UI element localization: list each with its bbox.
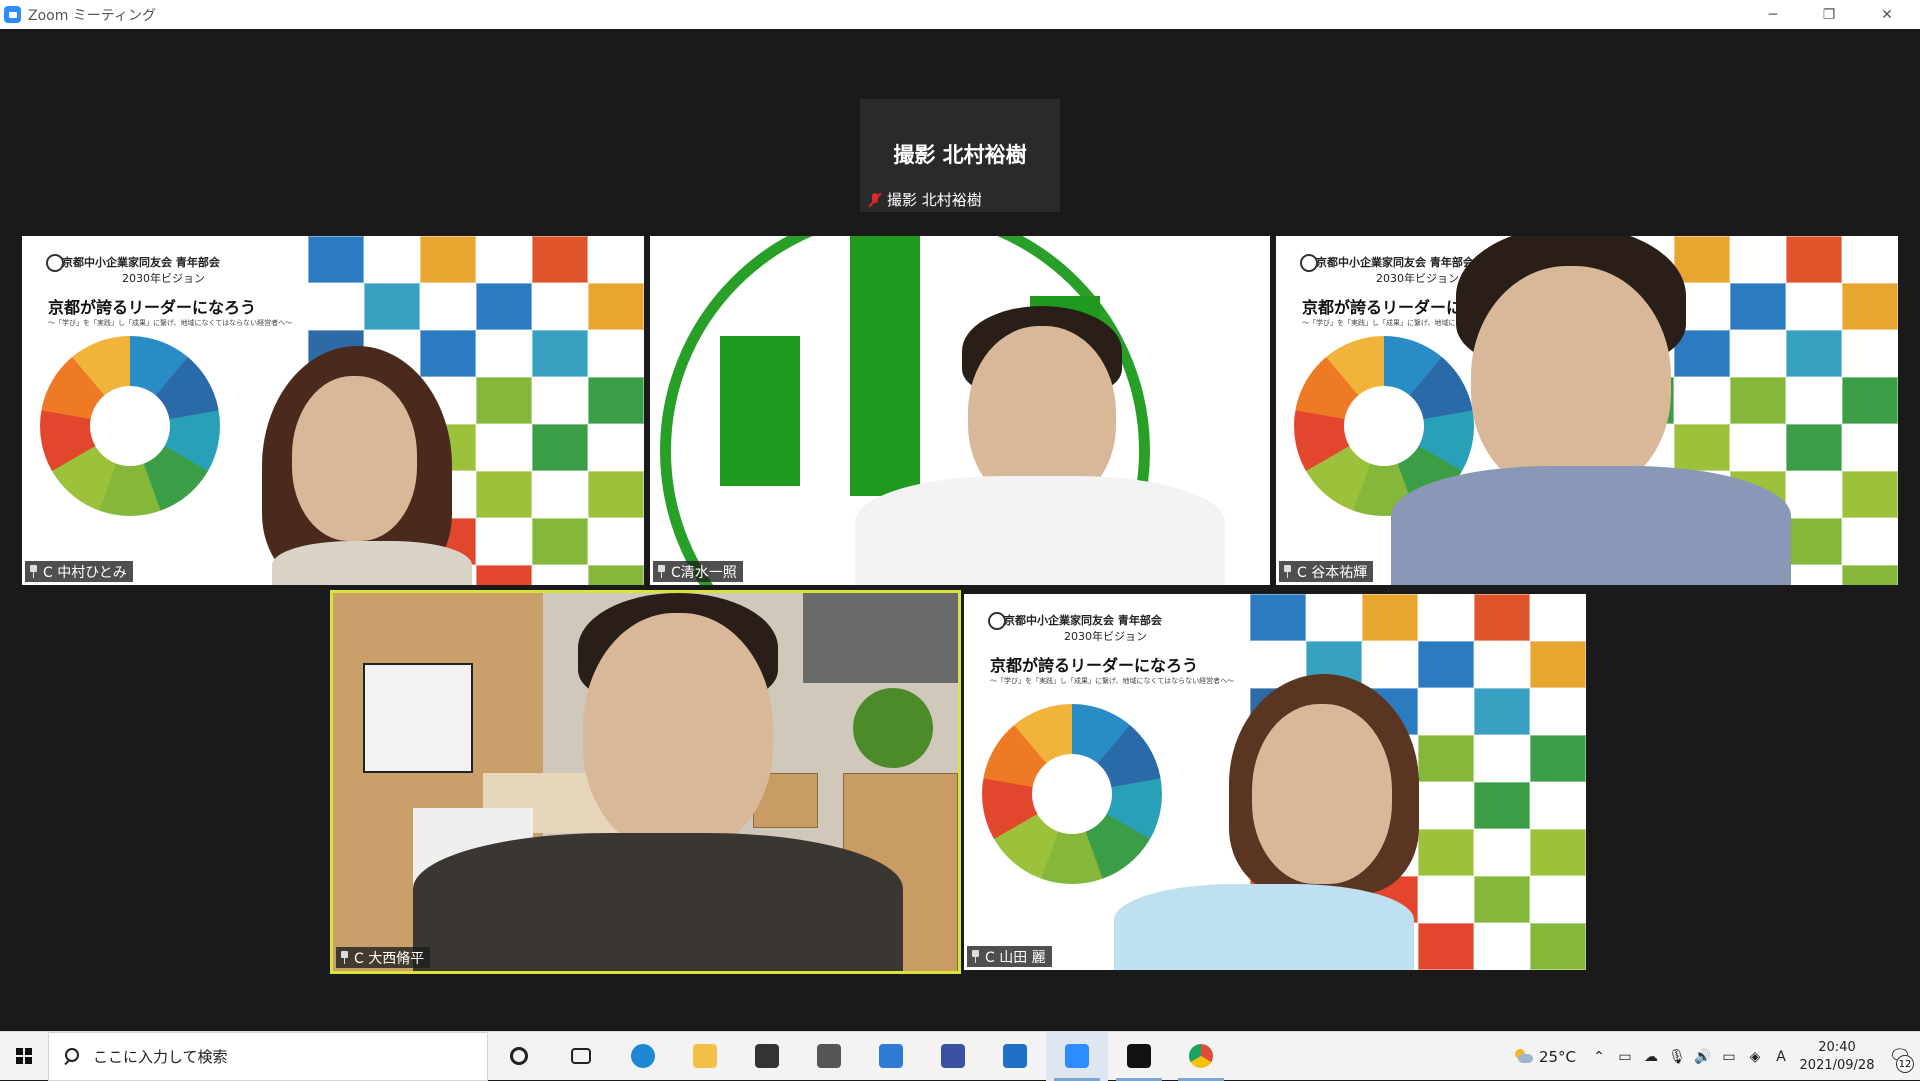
restore-button[interactable]: ❐	[1806, 0, 1852, 29]
taskbar-app-calendar[interactable]	[984, 1032, 1046, 1081]
participant-name: C 大西脩平	[354, 950, 425, 967]
chrome-icon	[1189, 1044, 1213, 1068]
participant-name-label: C清水一照	[653, 561, 743, 582]
video-tile-participant[interactable]: 京都中小企業家同友会 青年部会 2030年ビジョン 京都が誇るリーダーになろう …	[1276, 236, 1898, 585]
slide-vision: 2030年ビジョン	[1064, 630, 1147, 643]
speaker-label: 撮影 北村裕樹	[868, 189, 982, 210]
pin-icon	[971, 950, 980, 963]
video-tile-participant[interactable]: 京都中小企業家同友会 青年部会 2030年ビジョン 京都が誇るリーダーになろう …	[964, 594, 1586, 970]
zoom-app-icon	[4, 6, 21, 23]
pin-icon	[657, 565, 666, 578]
pin-icon	[340, 951, 349, 964]
taskbar-app-edge[interactable]	[612, 1032, 674, 1081]
slide-vision: 2030年ビジョン	[122, 272, 205, 285]
taskbar-app-cortana[interactable]	[488, 1032, 550, 1081]
onedrive-icon[interactable]: ☁	[1638, 1032, 1664, 1081]
temperature: 25°C	[1538, 1047, 1576, 1066]
clock-time: 20:40	[1818, 1039, 1856, 1055]
volume-icon[interactable]: 🔊	[1690, 1032, 1716, 1081]
windows-taskbar: ここに入力して検索 25°C ⌃ ▭ ☁ 🎙 🔊 ▭ ◈ A 20:40 202…	[0, 1031, 1920, 1081]
slide-org: 京都中小企業家同友会 青年部会	[1004, 614, 1162, 627]
taskbar-app-app[interactable]	[798, 1032, 860, 1081]
input-indicator[interactable]: A	[1768, 1032, 1794, 1081]
slide-org: 京都中小企業家同友会 青年部会	[1316, 256, 1474, 269]
windows-logo-icon	[16, 1048, 32, 1064]
search-icon	[63, 1048, 79, 1064]
taskbar-app-task-view[interactable]	[550, 1032, 612, 1081]
slide-subline: 〜「学び」を「実践」し「成果」に繋げ、地域になくてはならない経営者へ〜	[48, 319, 293, 327]
slide-vision: 2030年ビジョン	[1376, 272, 1459, 285]
logo-shape	[850, 236, 920, 496]
zoom-icon	[1065, 1044, 1089, 1068]
minimize-button[interactable]: ─	[1750, 0, 1796, 29]
vision-wheel	[982, 704, 1162, 884]
network-icon[interactable]: ◈	[1742, 1032, 1768, 1081]
file-explorer-icon	[693, 1044, 717, 1068]
taskbar-app-store[interactable]	[736, 1032, 798, 1081]
video-tile-participant[interactable]: 京都中小企業家同友会 青年部会 2030年ビジョン 京都が誇るリーダーになろう …	[22, 236, 644, 585]
taskbar-apps	[488, 1031, 1232, 1081]
calendar-icon	[1003, 1044, 1027, 1068]
video-tile-active-speaker[interactable]: C 大西脩平	[330, 590, 961, 974]
window-titlebar: Zoom ミーティング ─ ❐ ✕	[0, 0, 1920, 29]
task-view-icon	[571, 1048, 591, 1064]
search-placeholder: ここに入力して検索	[93, 1047, 228, 1066]
app-icon-3	[1127, 1044, 1151, 1068]
microphone-icon[interactable]: 🎙	[1664, 1032, 1690, 1081]
clock-date: 2021/09/28	[1799, 1057, 1875, 1073]
slide-subline: 〜「学び」を「実践」し「成果」に繋げ、地域になくてはならない経営者へ〜	[990, 677, 1235, 685]
participant-name: C 中村ひとみ	[43, 564, 127, 581]
slide-org: 京都中小企業家同友会 青年部会	[62, 256, 220, 269]
participant-name-label: C 大西脩平	[336, 947, 431, 968]
participant-name: C清水一照	[671, 564, 737, 581]
meeting-stage: 撮影 北村裕樹 撮影 北村裕樹 京都中小企業家同友会 青年部会 2030年ビジョ…	[0, 29, 1920, 1031]
taskbar-app-mail[interactable]	[860, 1032, 922, 1081]
notification-center-button[interactable]: 🗨 12	[1880, 1032, 1920, 1081]
edge-icon	[631, 1044, 655, 1068]
weather-icon	[1513, 1048, 1533, 1065]
app-icon	[817, 1044, 841, 1068]
cortana-icon	[510, 1047, 528, 1065]
participant-name: C 山田 麗	[985, 949, 1046, 966]
participant-name-label: C 中村ひとみ	[25, 561, 133, 582]
video-tile-participant[interactable]: C清水一照	[650, 236, 1270, 585]
participant-name: C 谷本祐輝	[1297, 564, 1368, 581]
store-icon	[755, 1044, 779, 1068]
battery-icon[interactable]: ▭	[1716, 1032, 1742, 1081]
window-title: Zoom ミーティング	[28, 7, 156, 24]
chevron-up-icon[interactable]: ⌃	[1586, 1032, 1612, 1081]
vision-wheel	[40, 336, 220, 516]
speaker-label-text: 撮影 北村裕樹	[887, 191, 982, 209]
taskbar-app-zoom[interactable]	[1046, 1031, 1108, 1081]
microphone-muted-icon	[868, 192, 882, 208]
participant-name-label: C 谷本祐輝	[1279, 561, 1374, 582]
taskbar-app-file-explorer[interactable]	[674, 1032, 736, 1081]
weather-widget[interactable]: 25°C	[1503, 1048, 1586, 1066]
app-icon-2	[941, 1044, 965, 1068]
close-button[interactable]: ✕	[1864, 0, 1910, 29]
taskbar-app-app-3[interactable]	[1108, 1032, 1170, 1081]
participant-name-label: C 山田 麗	[967, 946, 1052, 967]
notification-count: 12	[1896, 1055, 1914, 1073]
start-button[interactable]	[0, 1032, 48, 1081]
slide-headline: 京都が誇るリーダーになろう	[990, 656, 1199, 675]
taskbar-app-app-2[interactable]	[922, 1032, 984, 1081]
pin-icon	[29, 565, 38, 578]
slide-headline: 京都が誇るリーダーになろう	[48, 298, 257, 317]
clock[interactable]: 20:40 2021/09/28	[1794, 1039, 1880, 1075]
system-tray: 25°C ⌃ ▭ ☁ 🎙 🔊 ▭ ◈ A 20:40 2021/09/28 🗨 …	[1503, 1032, 1920, 1081]
speaker-display-name: 撮影 北村裕樹	[893, 143, 1027, 167]
logo-shape	[720, 336, 800, 486]
mail-icon	[879, 1044, 903, 1068]
video-tile-speaker[interactable]: 撮影 北村裕樹 撮影 北村裕樹	[860, 99, 1060, 212]
taskbar-app-chrome[interactable]	[1170, 1032, 1232, 1081]
meet-now-icon[interactable]: ▭	[1612, 1032, 1638, 1081]
pin-icon	[1283, 565, 1292, 578]
taskbar-search-box[interactable]: ここに入力して検索	[48, 1031, 488, 1081]
